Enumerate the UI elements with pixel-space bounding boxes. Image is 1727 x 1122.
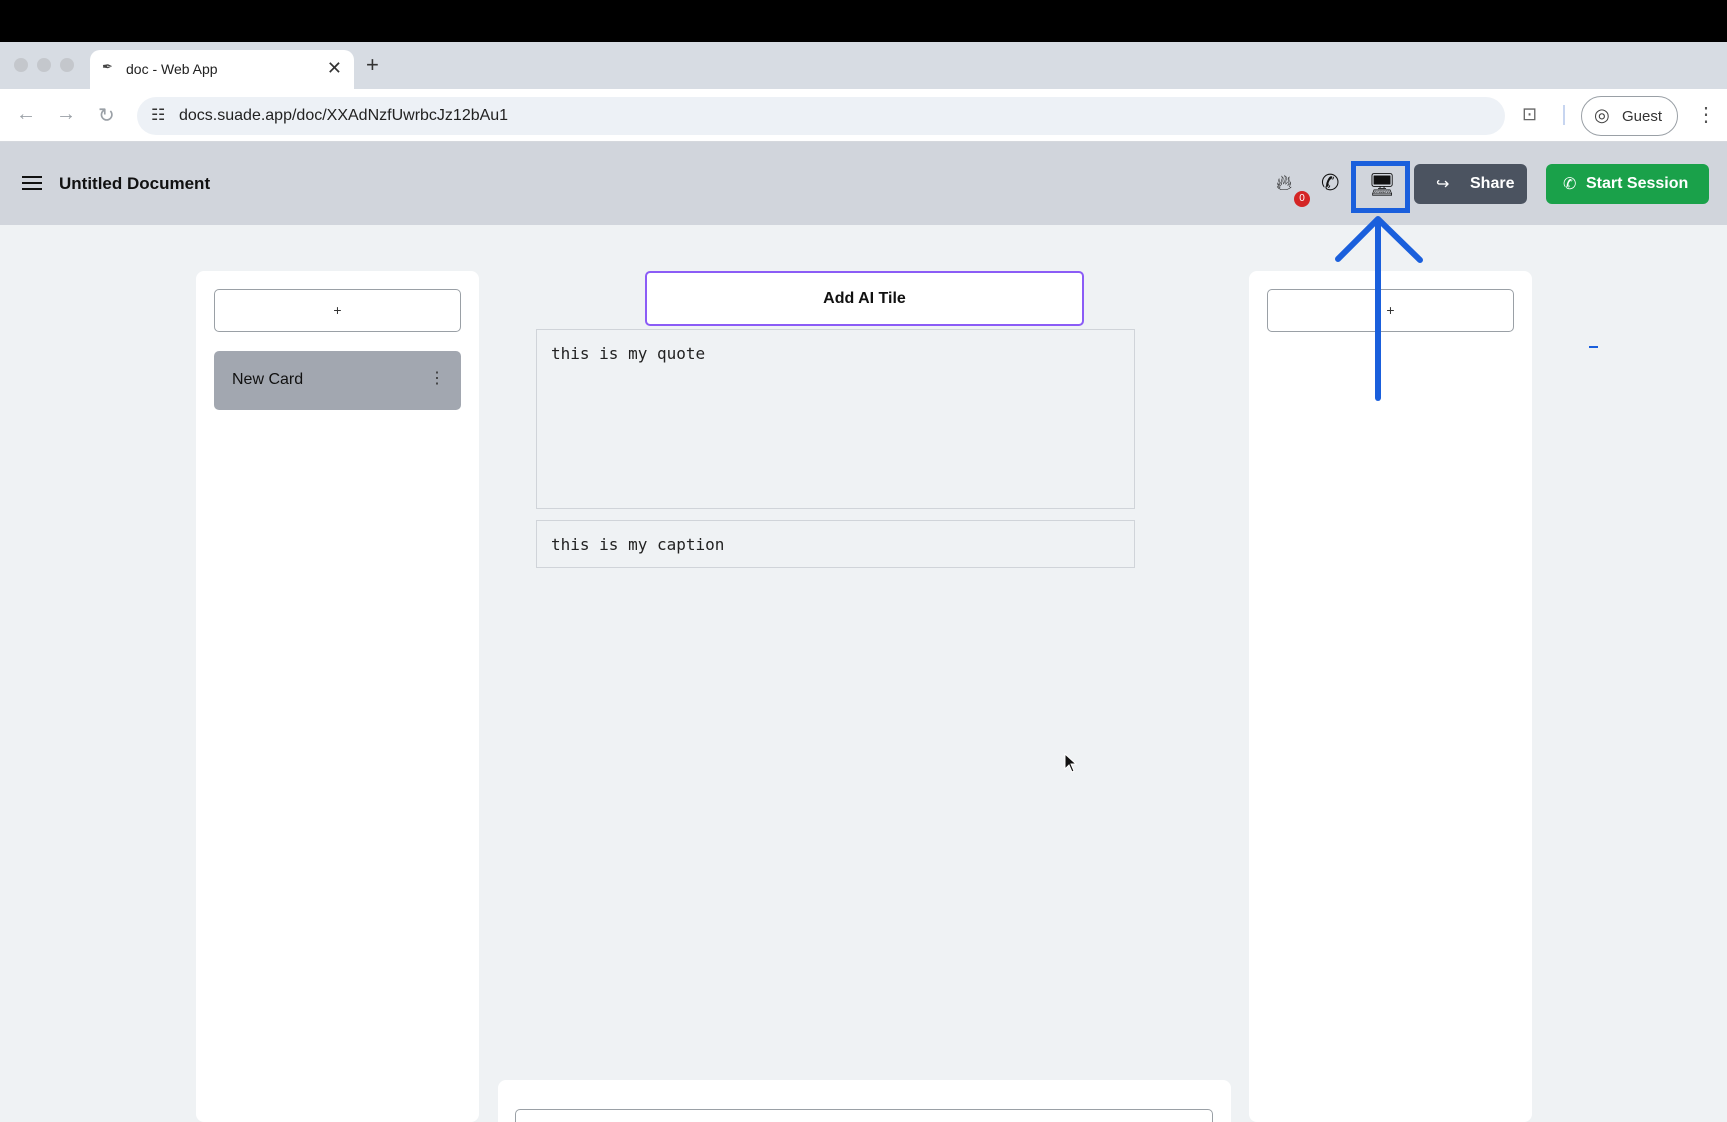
person-icon: ◎ <box>1594 105 1610 125</box>
browser-menu-icon[interactable]: ⋮ <box>1696 102 1716 127</box>
window-zoom-dot[interactable] <box>60 58 74 72</box>
card-menu-icon[interactable]: ⋮ <box>429 368 445 388</box>
bottom-panel <box>498 1080 1231 1122</box>
back-arrow-icon[interactable]: ← <box>16 103 36 126</box>
share-button[interactable]: ↪ Share <box>1414 164 1527 204</box>
reload-icon[interactable]: ↻ <box>98 103 115 128</box>
small-dash <box>1589 346 1598 348</box>
monitor-icon[interactable]: 🖥︎ <box>1368 172 1396 198</box>
close-icon[interactable]: ✕ <box>327 58 342 79</box>
bottom-input[interactable] <box>515 1109 1213 1122</box>
mouse-cursor-icon <box>1064 753 1078 773</box>
window-minimize-dot[interactable] <box>37 58 51 72</box>
new-tab-button[interactable]: + <box>366 52 379 78</box>
feather-icon: ✒ <box>102 59 113 74</box>
start-session-label: Start Session <box>1586 175 1689 192</box>
url-text[interactable]: docs.suade.app/doc/XXAdNzfUwrbcJz12bAu1 <box>179 107 508 125</box>
quote-field[interactable]: this is my quote <box>536 329 1135 509</box>
quote-text: this is my quote <box>551 344 706 363</box>
card-item[interactable]: New Card ⋮ <box>214 351 461 410</box>
add-card-button[interactable]: + <box>214 289 461 332</box>
card-title: New Card <box>232 371 304 388</box>
window-close-dot[interactable] <box>14 58 28 72</box>
phone-icon[interactable]: ✆ <box>1321 170 1339 196</box>
screen: ✒ doc - Web App ✕ + ← → ↻ ☷ docs.suade.a… <box>0 0 1727 1122</box>
start-session-button[interactable]: ✆ Start Session <box>1546 164 1709 204</box>
caption-field[interactable]: this is my caption <box>536 520 1135 568</box>
top-black-bar <box>0 0 1727 42</box>
tab-title: doc - Web App <box>126 61 218 77</box>
hamburger-menu-icon[interactable] <box>22 176 42 190</box>
address-bar[interactable]: ☷ docs.suade.app/doc/XXAdNzfUwrbcJz12bAu… <box>137 97 1505 135</box>
forward-arrow-icon[interactable]: → <box>56 103 76 126</box>
site-settings-icon[interactable]: ☷ <box>151 105 165 125</box>
caption-text: this is my caption <box>551 535 725 554</box>
add-ai-tile-button[interactable]: Add AI Tile <box>645 271 1084 326</box>
document-title[interactable]: Untitled Document <box>59 174 210 194</box>
profile-button[interactable]: ◎ Guest <box>1581 96 1678 136</box>
fire-icon[interactable]: 🔥︎ <box>1276 170 1292 196</box>
add-card-button-right[interactable]: + <box>1267 289 1514 332</box>
profile-label: Guest <box>1622 108 1663 125</box>
right-column <box>1249 271 1532 1122</box>
notification-badge: 0 <box>1294 191 1310 207</box>
share-arrow-icon: ↪ <box>1436 176 1450 193</box>
phone-icon: ✆ <box>1563 176 1577 193</box>
browser-tab[interactable]: ✒ doc - Web App ✕ <box>90 50 354 90</box>
share-label: Share <box>1470 175 1515 192</box>
toolbar-divider <box>1563 105 1565 125</box>
lens-search-icon[interactable]: ⊡ <box>1522 104 1537 125</box>
